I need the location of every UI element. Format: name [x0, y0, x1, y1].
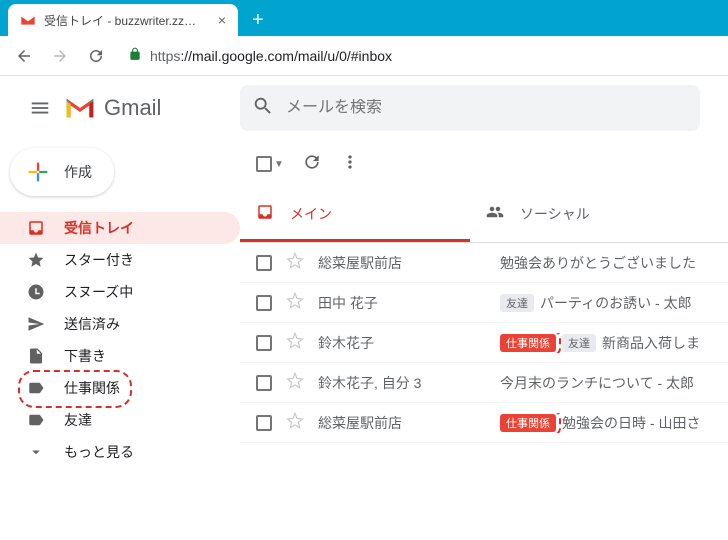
gmail-favicon: [20, 12, 36, 28]
mail-sender: 総菜屋駅前店: [318, 413, 486, 433]
mail-subject: 今月末のランチについて - 太郎: [500, 373, 694, 393]
sidebar-item-label: 仕事関係: [64, 378, 120, 398]
sidebar-item-スター付き[interactable]: スター付き: [0, 244, 240, 276]
compose-label: 作成: [64, 162, 92, 182]
select-all-checkbox[interactable]: ▼: [256, 156, 284, 172]
sidebar-item-仕事関係[interactable]: 仕事関係: [0, 372, 240, 404]
inbox-icon: [256, 203, 274, 224]
sidebar-item-label: 受信トレイ: [64, 218, 134, 238]
browser-chrome: 受信トレイ - buzzwriter.zz@gmail. × + https:/…: [0, 0, 728, 76]
sidebar-item-送信済み[interactable]: 送信済み: [0, 308, 240, 340]
lock-icon: [128, 47, 142, 64]
mail-row[interactable]: 田中 花子友達 パーティのお誘い - 太郎: [240, 283, 728, 323]
row-checkbox[interactable]: [256, 415, 272, 431]
mail-tag: 友達: [500, 294, 534, 312]
tab-label: メイン: [290, 204, 332, 224]
mail-tag: 友達: [562, 334, 596, 352]
mail-sender: 田中 花子: [318, 293, 486, 313]
url-text: https://mail.google.com/mail/u/0/#inbox: [150, 48, 392, 64]
sidebar-item-label: スヌーズ中: [64, 282, 133, 302]
tab-label: ソーシャル: [520, 204, 590, 224]
new-tab-button[interactable]: +: [238, 4, 278, 36]
send-icon: [26, 315, 46, 333]
tab-ソーシャル[interactable]: ソーシャル: [470, 188, 700, 242]
mail-row[interactable]: 鈴木花子, 自分 3 今月末のランチについて - 太郎: [240, 363, 728, 403]
app-header: Gmail: [0, 76, 728, 140]
nav-back-button[interactable]: [8, 40, 40, 72]
tab-メイン[interactable]: メイン: [240, 188, 470, 242]
tab-title: 受信トレイ - buzzwriter.zz@gmail.: [44, 12, 206, 29]
plus-icon: [24, 158, 52, 186]
sidebar-item-下書き[interactable]: 下書き: [0, 340, 240, 372]
sidebar-item-スヌーズ中[interactable]: スヌーズ中: [0, 276, 240, 308]
browser-tab[interactable]: 受信トレイ - buzzwriter.zz@gmail. ×: [8, 4, 238, 36]
nav-forward-button[interactable]: [44, 40, 76, 72]
mail-subject: 仕事関係 勉強会の日時 - 山田さ: [500, 413, 700, 433]
more-button[interactable]: [340, 152, 360, 177]
mail-tag: 仕事関係: [500, 414, 556, 432]
sidebar-item-友達[interactable]: 友達: [0, 404, 240, 436]
chevron-down-icon: [26, 443, 46, 461]
address-bar: https://mail.google.com/mail/u/0/#inbox: [0, 36, 728, 76]
mail-row[interactable]: 総菜屋駅前店仕事関係 勉強会の日時 - 山田さ: [240, 403, 728, 443]
category-tabs: メイン ソーシャル: [240, 188, 728, 243]
compose-button[interactable]: 作成: [10, 148, 114, 196]
mail-list: 総菜屋駅前店 勉強会ありがとうございました田中 花子友達 パーティのお誘い - …: [240, 243, 728, 540]
row-checkbox[interactable]: [256, 295, 272, 311]
sidebar-item-label: 下書き: [64, 346, 106, 366]
row-checkbox[interactable]: [256, 335, 272, 351]
nav-refresh-button[interactable]: [80, 40, 112, 72]
star-icon[interactable]: [286, 412, 304, 433]
search-icon: [252, 95, 274, 122]
star-icon: [26, 251, 46, 269]
logo-text: Gmail: [104, 95, 161, 121]
mail-row[interactable]: 鈴木花子仕事関係友達 新商品入荷しま: [240, 323, 728, 363]
draft-icon: [26, 347, 46, 365]
tab-strip: 受信トレイ - buzzwriter.zz@gmail. × +: [0, 0, 728, 36]
mail-subject: 友達 パーティのお誘い - 太郎: [500, 293, 692, 313]
sidebar: 作成 受信トレイスター付きスヌーズ中送信済み下書き仕事関係友達もっと見る: [0, 76, 240, 540]
app-body: 作成 受信トレイスター付きスヌーズ中送信済み下書き仕事関係友達もっと見る ▼ メ…: [0, 76, 728, 540]
mail-tag: 仕事関係: [500, 334, 556, 352]
menu-button[interactable]: [16, 97, 64, 119]
close-icon[interactable]: ×: [218, 12, 226, 28]
sidebar-item-受信トレイ[interactable]: 受信トレイ: [0, 212, 240, 244]
inbox-icon: [26, 219, 46, 237]
mail-toolbar: ▼: [240, 140, 728, 188]
gmail-logo-icon: [64, 96, 96, 120]
chevron-down-icon: ▼: [274, 159, 284, 170]
refresh-button[interactable]: [302, 152, 322, 177]
label-icon: [26, 379, 46, 397]
search-box[interactable]: [240, 85, 700, 131]
star-icon[interactable]: [286, 252, 304, 273]
star-icon[interactable]: [286, 332, 304, 353]
sidebar-item-label: スター付き: [64, 250, 134, 270]
sidebar-item-label: 送信済み: [64, 314, 120, 334]
mail-sender: 総菜屋駅前店: [318, 253, 486, 273]
star-icon[interactable]: [286, 372, 304, 393]
sidebar-item-もっと見る[interactable]: もっと見る: [0, 436, 240, 468]
main-panel: ▼ メインソーシャル 総菜屋駅前店 勉強会ありがとうございました田中 花子友達 …: [240, 76, 728, 540]
mail-sender: 鈴木花子, 自分 3: [318, 373, 486, 393]
star-icon[interactable]: [286, 292, 304, 313]
mail-subject: 仕事関係友達 新商品入荷しま: [500, 333, 700, 353]
row-checkbox[interactable]: [256, 255, 272, 271]
logo[interactable]: Gmail: [64, 95, 240, 121]
mail-row[interactable]: 総菜屋駅前店 勉強会ありがとうございました: [240, 243, 728, 283]
sidebar-item-label: 友達: [64, 410, 92, 430]
row-checkbox[interactable]: [256, 375, 272, 391]
label-icon: [26, 411, 46, 429]
mail-sender: 鈴木花子: [318, 333, 486, 353]
clock-icon: [26, 283, 46, 301]
sidebar-item-label: もっと見る: [64, 442, 134, 462]
mail-subject: 勉強会ありがとうございました: [500, 253, 696, 273]
url-field[interactable]: https://mail.google.com/mail/u/0/#inbox: [116, 47, 720, 64]
people-icon: [486, 203, 504, 224]
search-input[interactable]: [286, 99, 688, 117]
